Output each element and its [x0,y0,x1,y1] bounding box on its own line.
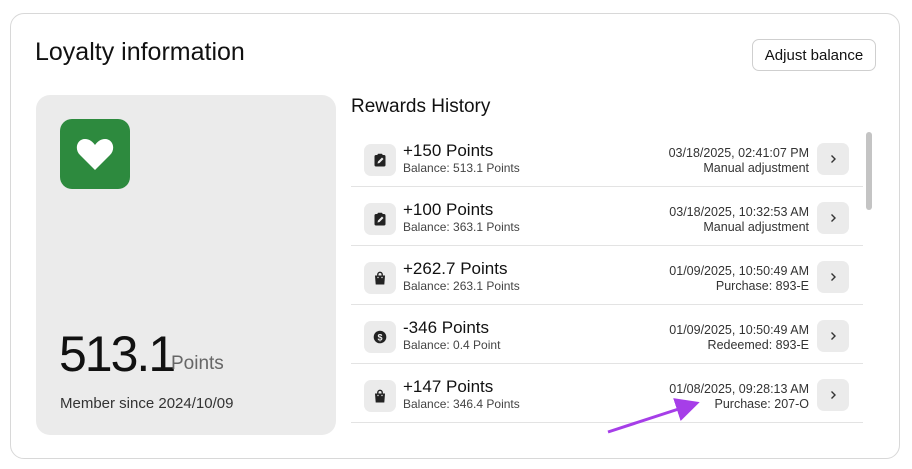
row-type: Manual adjustment [703,220,809,234]
points-balance-value: 513.1 [59,326,176,382]
clipboard-edit-icon [364,144,396,176]
page-title: Loyalty information [35,38,245,66]
clipboard-edit-icon [364,203,396,235]
row-balance: Balance: 363.1 Points [403,220,520,234]
points-unit-label: Points [171,353,224,374]
chevron-right-icon[interactable] [817,261,849,293]
row-balance: Balance: 513.1 Points [403,161,520,175]
dollar-coin-icon: $ [364,321,396,353]
history-row[interactable]: +147 Points Balance: 346.4 Points 01/08/20… [351,364,863,423]
points-summary-card: 513.1 Points Member since 2024/10/09 [36,95,336,435]
history-scrollbar[interactable] [863,128,875,435]
row-points: -346 Points [403,318,489,337]
adjust-balance-button[interactable]: Adjust balance [752,39,876,71]
row-balance: Balance: 263.1 Points [403,279,520,293]
row-date: 01/08/2025, 09:28:13 AM [669,382,809,396]
rewards-history-title: Rewards History [351,96,491,117]
scrollbar-thumb[interactable] [866,132,872,210]
row-type: Purchase: 893-E [715,279,809,293]
row-date: 03/18/2025, 10:32:53 AM [669,205,809,219]
shopping-bag-icon [364,380,396,412]
row-balance: Balance: 346.4 Points [403,397,520,411]
row-type: Redeemed: 893-E [707,338,809,352]
row-points: +100 Points [403,200,494,219]
row-balance: Balance: 0.4 Point [403,338,501,352]
row-date: 03/18/2025, 02:41:07 PM [668,146,809,160]
row-points: +262.7 Points [403,259,508,278]
history-row[interactable]: +150 Points Balance: 513.1 Points 03/18/20… [351,128,863,187]
rewards-history-list: +150 Points Balance: 513.1 Points 03/18/20… [351,128,863,435]
row-type: Manual adjustment [703,161,809,175]
history-row[interactable]: +100 Points Balance: 363.1 Points 03/18/20… [351,187,863,246]
shopping-bag-icon [364,262,396,294]
chevron-right-icon[interactable] [817,202,849,234]
loyalty-card: Loyalty information Adjust balance 513.1… [10,13,900,459]
row-points: +150 Points [403,141,494,160]
chevron-right-icon[interactable] [817,379,849,411]
svg-text:$: $ [377,332,382,342]
row-date: 01/09/2025, 10:50:49 AM [669,323,809,337]
row-points: +147 Points [403,377,494,396]
row-type: Purchase: 207-O [714,397,810,411]
history-row[interactable]: $ -346 Points Balance: 0.4 Point 01/09/2025… [351,305,863,364]
history-row[interactable]: +262.7 Points Balance: 263.1 Points 01/09/… [351,246,863,305]
chevron-right-icon[interactable] [817,143,849,175]
row-date: 01/09/2025, 10:50:49 AM [669,264,809,278]
member-since-text: Member since 2024/10/09 [60,395,234,412]
heart-icon [60,119,130,189]
chevron-right-icon[interactable] [817,320,849,352]
